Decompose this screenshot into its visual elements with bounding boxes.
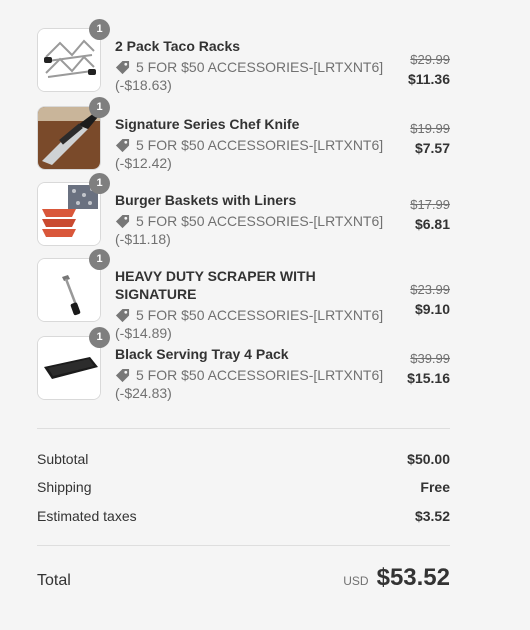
item-name: Black Serving Tray 4 Pack bbox=[115, 346, 289, 362]
item-name: Burger Baskets with Liners bbox=[115, 192, 297, 208]
item-name: HEAVY DUTY SCRAPER WITH SIGNATURE bbox=[115, 268, 316, 302]
item-price: $15.16 bbox=[407, 370, 450, 386]
discount-amount: (-$12.42) bbox=[115, 155, 172, 171]
tag-icon bbox=[115, 60, 130, 74]
subtotal-value: $50.00 bbox=[407, 451, 450, 467]
discount-code: 5 FOR $50 ACCESSORIES-[LRTXNT6] bbox=[115, 366, 450, 384]
tag-icon bbox=[115, 138, 130, 152]
tag-icon bbox=[115, 368, 130, 382]
quantity-badge: 1 bbox=[89, 249, 110, 270]
taxes-value: $3.52 bbox=[414, 508, 450, 524]
subtotal-label: Subtotal bbox=[37, 451, 89, 467]
taxes-label: Estimated taxes bbox=[37, 508, 137, 524]
discount-label: 5 FOR $50 ACCESSORIES-[LRTXNT6] bbox=[136, 213, 384, 229]
original-price: $23.99 bbox=[410, 282, 450, 297]
tag-icon bbox=[115, 214, 130, 228]
original-price: $29.99 bbox=[410, 52, 450, 67]
subtotal-row: Subtotal $50.00 bbox=[37, 451, 450, 467]
shipping-label: Shipping bbox=[37, 479, 92, 495]
item-price: $11.36 bbox=[407, 71, 450, 87]
original-price: $19.99 bbox=[410, 121, 450, 136]
original-price: $17.99 bbox=[410, 197, 450, 212]
discount-code: 5 FOR $50 ACCESSORIES-[LRTXNT6] bbox=[115, 212, 450, 230]
shipping-row: Shipping Free bbox=[37, 479, 450, 495]
discount-label: 5 FOR $50 ACCESSORIES-[LRTXNT6] bbox=[136, 137, 384, 153]
quantity-badge: 1 bbox=[89, 173, 110, 194]
item-price: $7.57 bbox=[414, 140, 450, 156]
quantity-badge: 1 bbox=[89, 327, 110, 348]
discount-code: 5 FOR $50 ACCESSORIES-[LRTXNT6] bbox=[115, 58, 450, 76]
divider bbox=[37, 428, 450, 429]
taco-rack-icon bbox=[37, 28, 101, 92]
divider bbox=[37, 545, 450, 546]
quantity-badge: 1 bbox=[89, 19, 110, 40]
currency-code: USD bbox=[343, 574, 369, 588]
shipping-value: Free bbox=[420, 479, 450, 495]
burger-basket-icon bbox=[37, 182, 101, 246]
discount-label: 5 FOR $50 ACCESSORIES-[LRTXNT6] bbox=[136, 307, 384, 323]
discount-amount: (-$11.18) bbox=[115, 231, 171, 247]
line-item: 1 Burger Baskets with Liners 5 FOR $50 A… bbox=[37, 173, 450, 258]
tag-icon bbox=[115, 308, 130, 322]
line-item: 1 HEAVY DUTY SCRAPER WITH SIGNATURE 5 FO… bbox=[37, 249, 450, 341]
order-summary: 1 2 Pack Taco Racks 5 FOR $50 ACCESSORIE… bbox=[37, 19, 450, 412]
total-amount: $53.52 bbox=[376, 564, 450, 591]
line-item: 1 2 Pack Taco Racks 5 FOR $50 ACCESSORIE… bbox=[37, 19, 450, 106]
discount-amount: (-$18.63) bbox=[115, 77, 172, 93]
discount-code: 5 FOR $50 ACCESSORIES-[LRTXNT6] bbox=[115, 136, 450, 154]
discount-amount: (-$24.83) bbox=[115, 385, 172, 401]
scraper-icon bbox=[37, 258, 101, 322]
taxes-row: Estimated taxes $3.52 bbox=[37, 508, 450, 524]
discount-label: 5 FOR $50 ACCESSORIES-[LRTXNT6] bbox=[136, 367, 384, 383]
serving-tray-icon bbox=[37, 336, 101, 400]
chef-knife-icon bbox=[37, 106, 101, 170]
item-price: $9.10 bbox=[414, 301, 450, 317]
item-price: $6.81 bbox=[414, 216, 450, 232]
line-item: 1 Black Serving Tray 4 Pack 5 FOR $50 AC… bbox=[37, 327, 450, 412]
quantity-badge: 1 bbox=[89, 97, 110, 118]
item-name: 2 Pack Taco Racks bbox=[115, 38, 241, 54]
original-price: $39.99 bbox=[410, 351, 450, 366]
total-row: Total USD $53.52 bbox=[37, 564, 450, 592]
item-name: Signature Series Chef Knife bbox=[115, 116, 300, 132]
line-item: 1 Signature Series Chef Knife 5 FOR $50 … bbox=[37, 97, 450, 182]
discount-label: 5 FOR $50 ACCESSORIES-[LRTXNT6] bbox=[136, 59, 384, 75]
total-label: Total bbox=[37, 572, 71, 589]
discount-code: 5 FOR $50 ACCESSORIES-[LRTXNT6] bbox=[115, 306, 450, 324]
